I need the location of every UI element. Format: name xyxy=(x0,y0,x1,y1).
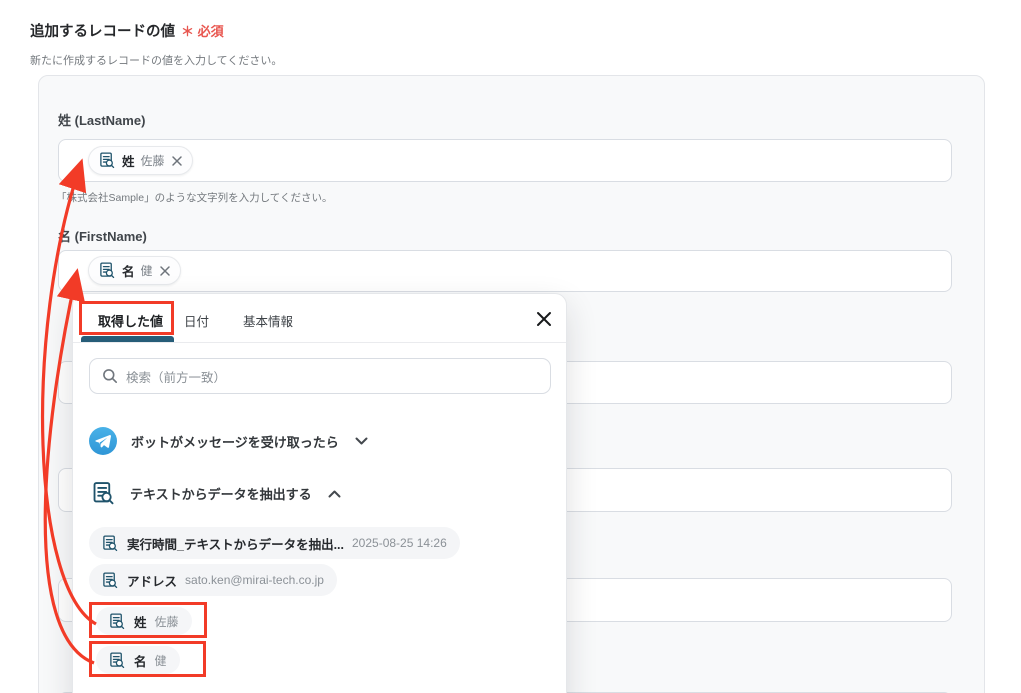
list-item-exec-time[interactable]: 実行時間_テキストからデータを抽出... 2025-08-25 14:26 xyxy=(89,527,460,559)
tab-date[interactable]: 日付 xyxy=(184,311,209,330)
required-badge: ＊ 必須 xyxy=(181,24,224,39)
item-value: 佐藤 xyxy=(154,614,179,629)
doc-search-icon xyxy=(100,534,119,553)
chip-value: 佐藤 xyxy=(140,154,165,168)
doc-search-icon xyxy=(89,480,116,507)
field-label-lastname: 姓 (LastName) xyxy=(58,113,146,128)
close-icon[interactable] xyxy=(535,310,553,328)
chip-label: 名 xyxy=(122,265,135,279)
list-item-firstname[interactable]: 名 健 xyxy=(96,646,180,674)
group-telegram-trigger[interactable]: ボットがメッセージを受け取ったら xyxy=(89,427,368,455)
chip-value: 健 xyxy=(140,264,153,278)
search-placeholder: 検索（前方一致） xyxy=(126,370,227,385)
chip-label: 姓 xyxy=(122,155,135,169)
chip-remove-icon[interactable] xyxy=(171,155,183,167)
group-label: テキストからデータを抽出する xyxy=(130,487,312,502)
firstname-input[interactable] xyxy=(58,250,952,292)
chip-remove-icon[interactable] xyxy=(159,265,171,277)
item-label: 姓 xyxy=(134,615,147,630)
item-label: アドレス xyxy=(127,574,178,589)
record-values-page: 追加するレコードの値＊ 必須 新たに作成するレコードの値を入力してください。 姓… xyxy=(0,0,1021,693)
section-heading: 追加するレコードの値＊ 必須 xyxy=(30,24,224,40)
tab-basic-info[interactable]: 基本情報 xyxy=(243,311,293,330)
tabs-divider xyxy=(73,342,566,343)
doc-search-icon xyxy=(107,651,126,670)
doc-search-icon xyxy=(100,571,119,590)
item-label: 名 xyxy=(134,654,147,669)
item-value: 2025-08-25 14:26 xyxy=(352,536,447,550)
telegram-icon xyxy=(89,427,117,455)
lastname-chip[interactable]: 姓 佐藤 xyxy=(88,146,193,175)
group-label: ボットがメッセージを受け取ったら xyxy=(131,434,339,450)
search-icon xyxy=(102,368,118,384)
doc-search-icon xyxy=(97,261,116,280)
list-item-lastname[interactable]: 姓 佐藤 xyxy=(96,607,192,635)
list-item-address[interactable]: アドレス sato.ken@mirai-tech.co.jp xyxy=(89,564,337,596)
search-input[interactable]: 検索（前方一致） xyxy=(89,358,551,394)
value-picker-popup: 取得した値 日付 基本情報 検索（前方一致） ボットがメッセージを受け取ったら … xyxy=(72,293,567,693)
item-value: 健 xyxy=(154,653,167,668)
doc-search-icon xyxy=(97,151,116,170)
field-label-firstname: 名 (FirstName) xyxy=(58,229,147,244)
field-helper-lastname: 「株式会社Sample」のような文字列を入力してください。 xyxy=(56,192,333,204)
item-label: 実行時間_テキストからデータを抽出... xyxy=(127,537,344,552)
section-subtitle: 新たに作成するレコードの値を入力してください。 xyxy=(30,55,283,67)
chevron-down-icon[interactable] xyxy=(355,437,368,445)
doc-search-icon xyxy=(107,612,126,631)
chevron-up-icon[interactable] xyxy=(328,490,341,498)
firstname-chip[interactable]: 名 健 xyxy=(88,256,181,285)
item-value: sato.ken@mirai-tech.co.jp xyxy=(185,573,324,587)
group-extract-text[interactable]: テキストからデータを抽出する xyxy=(89,480,341,507)
tab-obtained-values[interactable]: 取得した値 xyxy=(98,311,163,330)
